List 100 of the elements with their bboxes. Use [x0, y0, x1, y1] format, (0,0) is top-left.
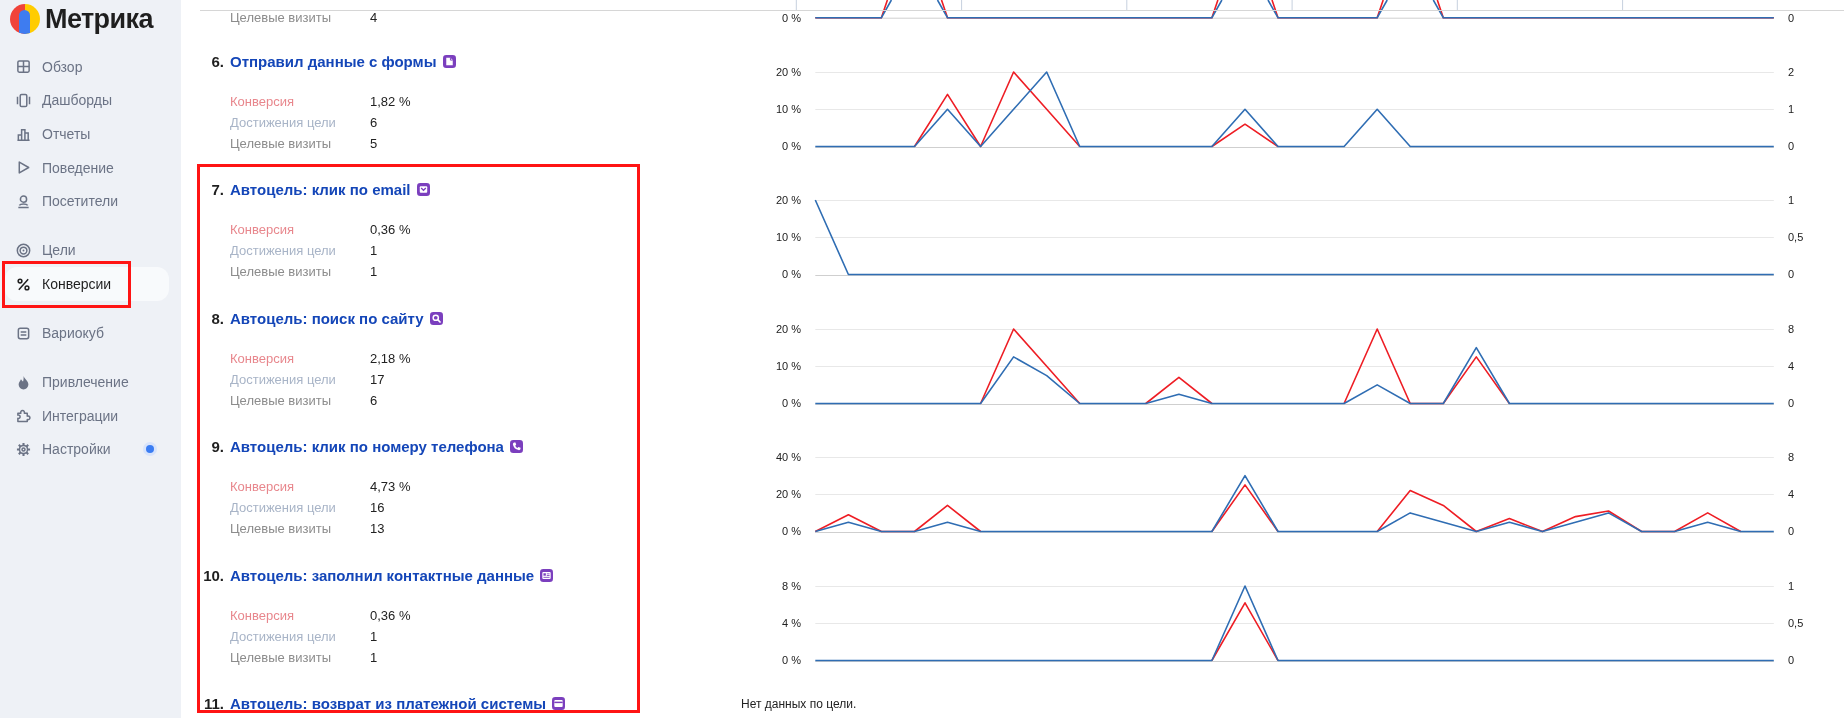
axis-label: 10 % — [775, 231, 801, 244]
play-icon — [16, 160, 31, 176]
axis-label: 0,5 — [1788, 616, 1804, 629]
metric-value: 13 — [370, 521, 385, 536]
metric-value: 1 — [370, 628, 378, 644]
goal-number: 9. — [210, 438, 224, 455]
metric-label: Конверсия — [230, 479, 295, 494]
metric-label: Достижения цели — [230, 114, 337, 130]
goal-title-link[interactable]: Автоцель: возврат из платежной системы — [230, 695, 547, 712]
axis-label: 0 — [1788, 525, 1795, 538]
metric-value: 5 — [370, 135, 378, 151]
metric-value: 2,18 % — [370, 350, 411, 366]
nav-item[interactable]: Обзор — [5, 55, 169, 78]
person-icon — [16, 193, 31, 209]
goal-title-link[interactable]: Автоцель: клик по номеру телефона — [230, 438, 504, 455]
metric-value: 4 — [370, 10, 378, 25]
metric-label: Конверсия — [230, 350, 295, 366]
axis-label: 0 % — [782, 139, 801, 152]
goal-title-link[interactable]: Отправил данные с формы — [230, 52, 437, 70]
axis-label: 40 % — [775, 450, 801, 463]
axis-label: 20 % — [775, 193, 801, 206]
search-icon — [429, 311, 443, 325]
credit-card-icon — [552, 697, 566, 710]
panels-icon — [16, 92, 31, 108]
axis-label: 0 % — [782, 396, 801, 409]
metric-label: Достижения цели — [230, 243, 337, 258]
metric-label: Целевые визиты — [230, 135, 332, 151]
goal-title-link[interactable]: Автоцель: поиск по сайту — [230, 309, 424, 327]
metric-value: 6 — [370, 392, 378, 408]
metric-label: Целевые визиты — [230, 264, 332, 279]
metric-value: 0,36 % — [370, 607, 411, 623]
metric-value: 0,36 % — [370, 222, 411, 237]
axis-label: 4 — [1788, 488, 1795, 501]
metric-value: 6 — [370, 114, 378, 130]
metric-value: 1,82 % — [370, 93, 411, 109]
axis-label: 8 — [1788, 322, 1795, 335]
axis-label: 8 — [1788, 450, 1795, 463]
metric-label: Достижения цели — [230, 628, 337, 644]
axis-label: 4 — [1788, 359, 1795, 372]
metric-label: Целевые визиты — [230, 649, 332, 665]
logo-link[interactable]: Метрика — [10, 0, 153, 38]
axis-label: 20 % — [775, 322, 801, 335]
goal-number: 8. — [210, 309, 224, 327]
nav-item[interactable]: Поведение — [5, 156, 169, 179]
metric-label: Целевые визиты — [230, 10, 332, 25]
metric-label: Целевые визиты — [230, 521, 332, 536]
nav-item[interactable]: Отчеты — [5, 123, 169, 146]
axis-label: 20 % — [775, 65, 801, 78]
goal-number: 7. — [210, 181, 224, 198]
phone-icon — [509, 440, 523, 453]
axis-label: 8 % — [782, 579, 801, 592]
settings-icon — [16, 441, 31, 457]
axis-label: 10 % — [775, 359, 801, 372]
nav-item[interactable]: Конверсии — [5, 267, 169, 301]
grid-icon — [16, 59, 31, 75]
metric-value: 1 — [370, 264, 378, 279]
axis-label: 0 % — [782, 525, 801, 538]
goal-number: 6. — [210, 52, 224, 70]
metric-value: 4,73 % — [370, 479, 411, 494]
axis-label: 0 % — [782, 11, 801, 24]
axis-label: 4 % — [782, 616, 801, 629]
axis-label: 0 % — [782, 653, 801, 666]
metric-label: Конверсия — [230, 222, 295, 237]
nav-item[interactable]: Дашборды — [5, 89, 169, 112]
nav-item[interactable]: Привлечение — [5, 371, 169, 394]
contact-card-icon — [540, 568, 554, 582]
axis-label: 0 — [1788, 653, 1795, 666]
nav-item[interactable]: Вариокуб — [5, 322, 169, 345]
nav-item[interactable]: Посетители — [5, 190, 169, 213]
metric-label: Достижения цели — [230, 371, 337, 387]
no-data-message: Нет данных по цели. — [741, 695, 857, 712]
nav-item[interactable]: Интеграции — [5, 404, 169, 427]
axis-label: 0 — [1788, 11, 1795, 24]
metric-label: Конверсия — [230, 607, 295, 623]
metric-label: Целевые визиты — [230, 392, 332, 408]
target-icon — [16, 242, 31, 258]
bar-chart-icon — [16, 126, 31, 142]
axis-label: 0 — [1788, 268, 1795, 281]
axis-label: 20 % — [775, 488, 801, 501]
metric-value: 1 — [370, 649, 378, 665]
axis-label: 1 — [1788, 193, 1795, 206]
axis-label: 2 — [1788, 65, 1795, 78]
metric-value: 16 — [370, 500, 385, 515]
puzzle-icon — [16, 408, 31, 424]
goal-title-link[interactable]: Автоцель: клик по email — [230, 181, 411, 198]
nav-item[interactable]: Цели — [5, 239, 169, 262]
metric-value: 1 — [370, 243, 378, 258]
axis-label: 1 — [1788, 102, 1795, 115]
list-square-icon — [16, 325, 31, 341]
axis-label: 0 — [1788, 396, 1795, 409]
nav-item[interactable]: Настройки — [5, 438, 169, 461]
percent-icon — [16, 276, 31, 292]
logo-icon — [10, 4, 40, 34]
goal-number: 10. — [202, 566, 224, 584]
axis-label: 0 % — [782, 268, 801, 281]
metric-label: Достижения цели — [230, 500, 337, 515]
axis-label: 10 % — [775, 102, 801, 115]
axis-label: 0 — [1788, 139, 1795, 152]
goal-title-link[interactable]: Автоцель: заполнил контактные данные — [230, 566, 535, 584]
metric-label: Конверсия — [230, 93, 295, 109]
